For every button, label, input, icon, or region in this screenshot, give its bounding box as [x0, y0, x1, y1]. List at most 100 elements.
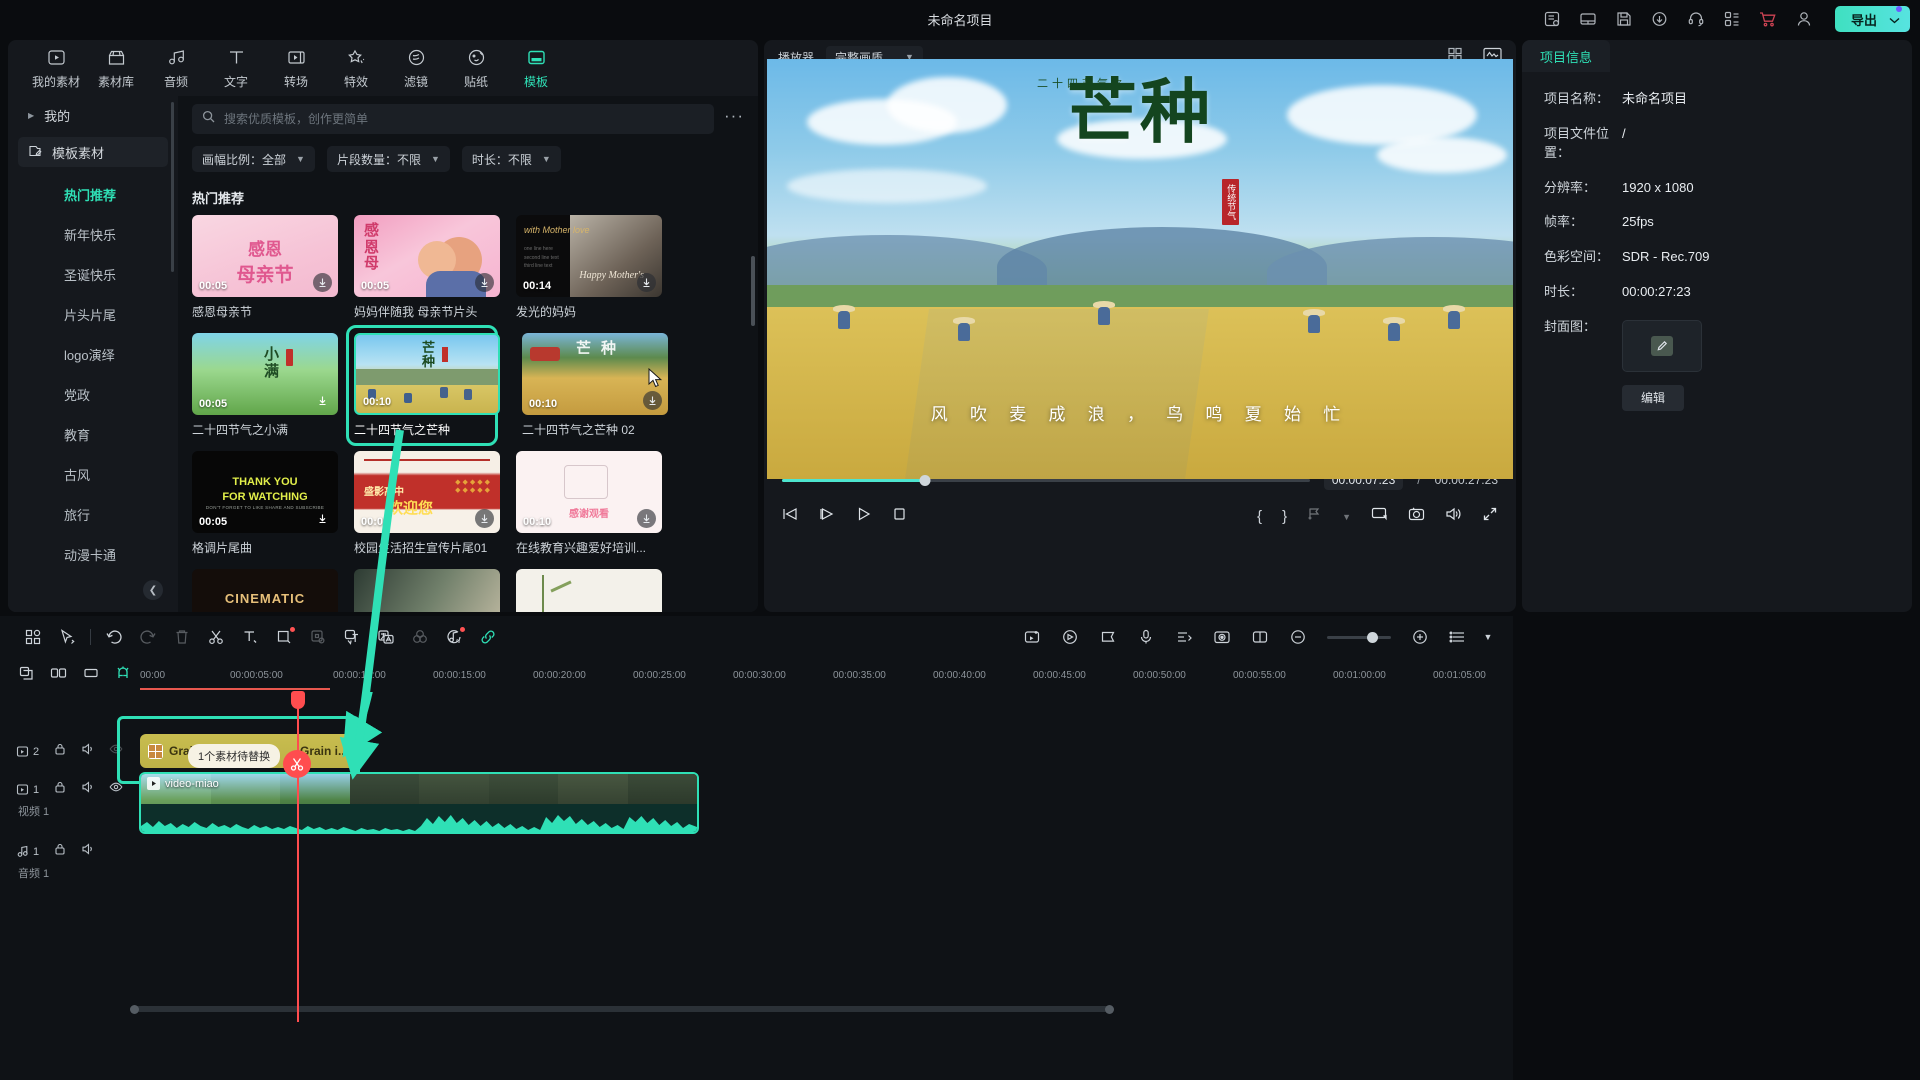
scrollbar-handle-left[interactable]: [130, 1005, 139, 1014]
tab-effects[interactable]: 特效: [326, 47, 386, 90]
marker-add-icon[interactable]: [1307, 506, 1322, 527]
playhead-handle[interactable]: [291, 691, 305, 709]
ai-audio-icon[interactable]: AI: [437, 620, 471, 654]
cloud-upload-icon[interactable]: [1649, 8, 1671, 30]
subcategory-anime[interactable]: 动漫卡通: [18, 534, 168, 574]
search-input[interactable]: [224, 112, 704, 126]
chevron-down-icon[interactable]: ▼: [1479, 620, 1497, 654]
template-card[interactable]: 感恩母亲节 00:05 感恩母亲节: [192, 215, 338, 320]
snapshot-icon[interactable]: [1408, 506, 1425, 527]
link-icon[interactable]: [471, 620, 505, 654]
mute-icon[interactable]: [81, 780, 95, 799]
next-frame-icon[interactable]: [819, 506, 836, 527]
timeline-ruler[interactable]: 00:00 00:00:05:00 00:00:10:00 00:00:15:0…: [140, 658, 1513, 692]
keyframe-icon[interactable]: [1015, 620, 1049, 654]
template-card[interactable]: 感恩母 00:05 妈妈伴随我 母亲节片头: [354, 215, 500, 320]
subcategory-newyear[interactable]: 新年快乐: [18, 214, 168, 254]
lock-icon[interactable]: [53, 742, 67, 761]
template-card[interactable]: 小满 00:05 二十四节气之小满: [192, 333, 338, 438]
tab-text[interactable]: 文字: [206, 47, 266, 90]
filter-duration[interactable]: 时长：不限 ▼: [462, 146, 561, 172]
user-icon[interactable]: [1793, 8, 1815, 30]
subcategory-classic[interactable]: 古风: [18, 454, 168, 494]
category-mine[interactable]: ▶ 我的: [18, 100, 168, 130]
tab-transition[interactable]: 转场: [266, 47, 326, 90]
display-icon[interactable]: [1371, 506, 1388, 527]
download-icon[interactable]: [313, 391, 332, 410]
download-icon[interactable]: [313, 509, 332, 528]
tab-sticker[interactable]: 贴纸: [446, 47, 506, 90]
template-card[interactable]: 芒种 00:10 二十四节气之芒种 02: [522, 333, 668, 438]
list-view-icon[interactable]: [1441, 620, 1475, 654]
grid-icon[interactable]: [16, 620, 50, 654]
select-cursor-icon[interactable]: [50, 620, 84, 654]
template-card[interactable]: [354, 569, 500, 612]
timeline-horizontal-scroll[interactable]: [0, 1006, 1513, 1012]
delete-icon[interactable]: [165, 620, 199, 654]
mic-icon[interactable]: [1129, 620, 1163, 654]
download-icon[interactable]: [637, 273, 656, 292]
speech-to-text-icon[interactable]: [335, 620, 369, 654]
translate-icon[interactable]: [369, 620, 403, 654]
template-card[interactable]: with Mother love one line heresecond lin…: [516, 215, 662, 320]
chevron-down-icon[interactable]: [1889, 12, 1900, 27]
tab-library[interactable]: 素材库: [86, 47, 146, 90]
seek-bar[interactable]: [782, 479, 1310, 482]
mark-out-icon[interactable]: }: [1282, 508, 1287, 525]
download-icon[interactable]: [475, 273, 494, 292]
tab-filter[interactable]: 滤镜: [386, 47, 446, 90]
tab-my-media[interactable]: 我的素材: [26, 47, 86, 90]
crop-tool-icon[interactable]: [83, 665, 99, 686]
template-card[interactable]: CINEMATIC 00:11: [192, 569, 338, 612]
redo-icon[interactable]: [131, 620, 165, 654]
eye-icon[interactable]: [109, 780, 123, 799]
search-box[interactable]: [192, 104, 714, 134]
mute-icon[interactable]: [81, 742, 95, 761]
template-card[interactable]: 盛影高中 欢迎您 ◆◆◆◆◆◆◆◆◆◆ 00:05 校园生活招生宣传片尾01: [354, 451, 500, 556]
stop-icon[interactable]: [892, 506, 907, 527]
fullscreen-icon[interactable]: [1482, 506, 1498, 527]
subcategory-logo[interactable]: logo演绎: [18, 334, 168, 374]
marker-icon[interactable]: [1091, 620, 1125, 654]
subcategory-education[interactable]: 教育: [18, 414, 168, 454]
timeline-scrollbar[interactable]: [130, 1006, 1110, 1012]
scrollbar-handle-right[interactable]: [1105, 1005, 1114, 1014]
audio-mix-icon[interactable]: [1167, 620, 1201, 654]
play-icon[interactable]: [856, 506, 872, 527]
download-icon[interactable]: [475, 509, 494, 528]
mute-icon[interactable]: [81, 842, 95, 861]
collapse-sidebar-button[interactable]: ❮: [143, 580, 163, 600]
tab-audio[interactable]: 音频: [146, 47, 206, 90]
download-icon[interactable]: [643, 391, 662, 410]
cover-thumbnail[interactable]: [1622, 320, 1702, 372]
edit-range-icon[interactable]: [50, 665, 67, 686]
tab-project-info[interactable]: 项目信息: [1522, 40, 1610, 72]
seek-handle[interactable]: [919, 475, 930, 486]
download-icon[interactable]: [313, 273, 332, 292]
subcategory-travel[interactable]: 旅行: [18, 494, 168, 534]
text-add-icon[interactable]: [233, 620, 267, 654]
undo-icon[interactable]: [97, 620, 131, 654]
prev-frame-icon[interactable]: [782, 506, 799, 527]
lock-icon[interactable]: [53, 780, 67, 799]
notes-icon[interactable]: [1541, 8, 1563, 30]
subcategory-hot[interactable]: 热门推荐: [18, 174, 168, 214]
save-icon[interactable]: [1613, 8, 1635, 30]
category-scrollbar[interactable]: [171, 102, 174, 272]
video-preview[interactable]: 二十四节气之 芒种 传统节气 风 吹 麦 成 浪 ， 鸟 鸣 夏 始 忙: [767, 59, 1513, 479]
category-template-root[interactable]: 模板素材: [18, 137, 168, 167]
color-icon[interactable]: [403, 620, 437, 654]
apps-grid-icon[interactable]: [1721, 8, 1743, 30]
template-grid-scrollbar[interactable]: [751, 256, 755, 326]
crop-icon[interactable]: [267, 620, 301, 654]
edit-cover-button[interactable]: 编辑: [1622, 385, 1684, 411]
filter-aspect-ratio[interactable]: 画幅比例：全部 ▼: [192, 146, 315, 172]
preview-icon[interactable]: [1243, 620, 1277, 654]
timeline-video-clip[interactable]: video-miao: [139, 772, 699, 834]
lock-icon[interactable]: [53, 842, 67, 861]
template-card[interactable]: THANK YOUFOR WATCHING DON'T FORGET TO LI…: [192, 451, 338, 556]
mark-in-icon[interactable]: {: [1257, 508, 1262, 525]
split-scissors-icon[interactable]: [199, 620, 233, 654]
playhead[interactable]: [297, 692, 299, 1022]
subcategory-government[interactable]: 党政: [18, 374, 168, 414]
